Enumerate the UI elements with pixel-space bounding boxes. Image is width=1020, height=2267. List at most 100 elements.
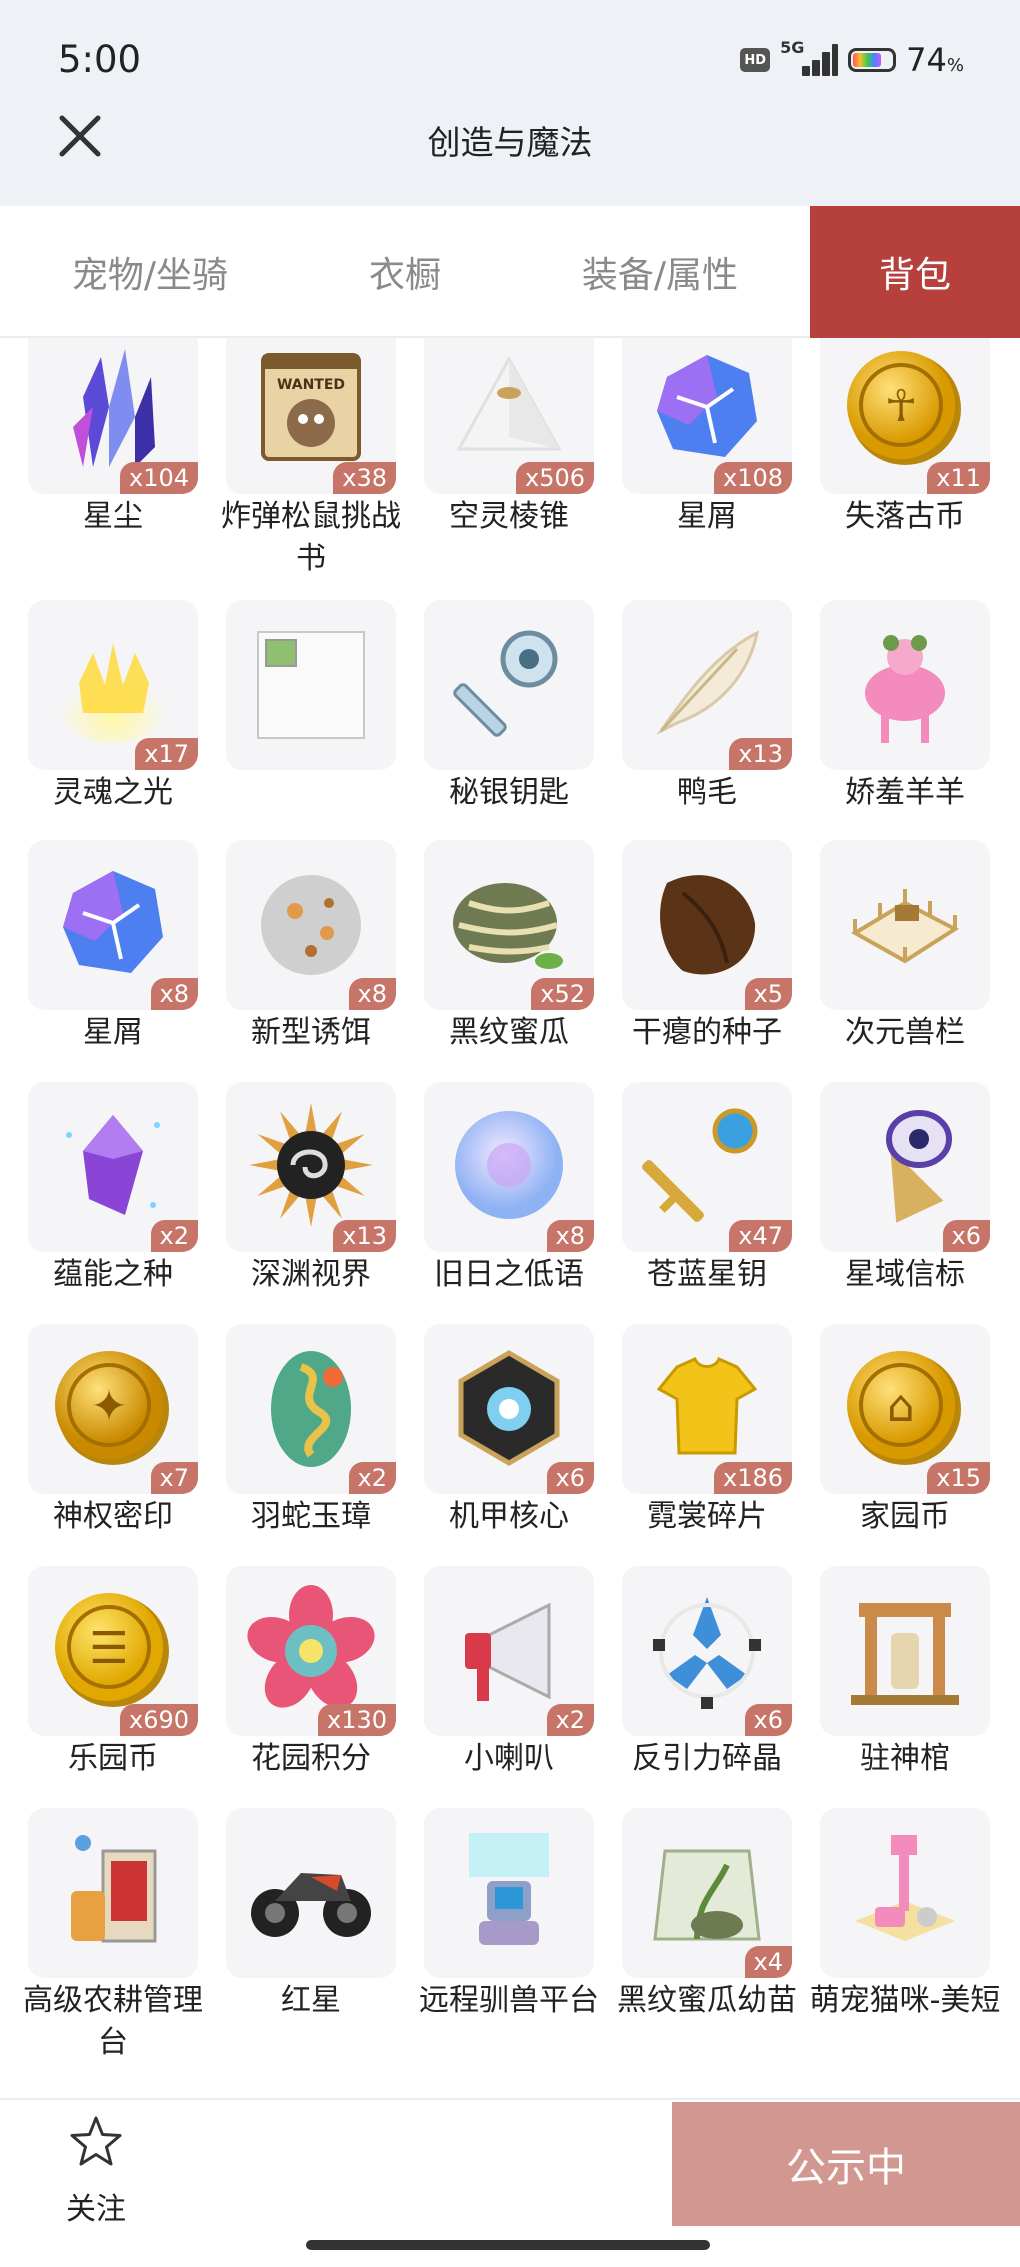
beacon-icon bbox=[835, 1095, 975, 1239]
item-card: x8 bbox=[424, 1082, 594, 1252]
inventory-item[interactable]: x47 苍蓝星钥 bbox=[594, 1082, 792, 1318]
category-tabs: 宠物/坐骑 衣橱 装备/属性 背包 bbox=[0, 206, 1020, 338]
item-card: WANTED x38 bbox=[226, 338, 396, 494]
tab-pets-mounts[interactable]: 宠物/坐骑 bbox=[40, 206, 260, 338]
tab-backpack[interactable]: 背包 bbox=[810, 206, 1020, 338]
svg-text:WANTED: WANTED bbox=[277, 377, 345, 393]
inventory-item[interactable]: x108 星屑 bbox=[594, 338, 792, 560]
inventory-item[interactable]: x4 黑纹蜜瓜幼苗 bbox=[594, 1808, 797, 2044]
svg-text:✦: ✦ bbox=[91, 1381, 128, 1432]
item-name: 黑纹蜜瓜 bbox=[449, 1015, 569, 1050]
soul-light-icon bbox=[43, 613, 183, 757]
abyss-eye-icon bbox=[241, 1095, 381, 1239]
inventory-item[interactable]: x8 旧日之低语 bbox=[396, 1082, 594, 1318]
quantity-badge: x2 bbox=[150, 1220, 198, 1252]
inventory-item[interactable]: x130 花园积分 bbox=[198, 1566, 396, 1802]
inventory-item[interactable]: ☰ x690 乐园币 bbox=[0, 1566, 198, 1802]
inventory-item[interactable]: 秘银钥匙 bbox=[396, 600, 594, 836]
item-name: 苍蓝星钥 bbox=[647, 1257, 767, 1292]
item-card: ☰ x690 bbox=[28, 1566, 198, 1736]
inventory-item[interactable]: x186 霓裳碎片 bbox=[594, 1324, 792, 1560]
inventory-item[interactable]: x5 干瘪的种子 bbox=[594, 840, 792, 1076]
inventory-item[interactable] bbox=[198, 600, 396, 836]
item-name: 娇羞羊羊 bbox=[845, 775, 965, 810]
item-card bbox=[820, 600, 990, 770]
inventory-item[interactable]: x13 鸭毛 bbox=[594, 600, 792, 836]
inventory-item[interactable]: x2 蕴能之种 bbox=[0, 1082, 198, 1318]
top-header: 5:00 HD 5G 74% 创造与魔法 bbox=[0, 0, 1020, 206]
inventory-item[interactable]: 次元兽栏 bbox=[792, 840, 990, 1076]
item-card: ⌂ x15 bbox=[820, 1324, 990, 1494]
inventory-item[interactable]: x6 星域信标 bbox=[792, 1082, 990, 1318]
quantity-badge: x47 bbox=[729, 1220, 792, 1252]
inventory-item[interactable]: x6 机甲核心 bbox=[396, 1324, 594, 1560]
follow-button[interactable]: 关注 bbox=[56, 2114, 136, 2227]
feather-icon bbox=[637, 613, 777, 757]
inventory-item[interactable]: x104 星尘 bbox=[0, 338, 198, 560]
item-name: 鸭毛 bbox=[677, 775, 737, 810]
hd-icon: HD bbox=[740, 48, 771, 72]
item-name: 失落古币 bbox=[845, 499, 965, 534]
item-name: 家园币 bbox=[860, 1499, 950, 1534]
quantity-badge: x52 bbox=[531, 978, 594, 1010]
item-name: 驻神棺 bbox=[860, 1741, 950, 1776]
item-card: x186 bbox=[622, 1324, 792, 1494]
item-card: ☥ x11 bbox=[820, 338, 990, 494]
inventory-item[interactable]: x8 新型诱饵 bbox=[198, 840, 396, 1076]
item-card bbox=[28, 1808, 198, 1978]
item-name: 反引力碎晶 bbox=[632, 1741, 782, 1776]
item-name: 小喇叭 bbox=[464, 1741, 554, 1776]
item-card: x2 bbox=[28, 1082, 198, 1252]
item-name: 花园积分 bbox=[251, 1741, 371, 1776]
item-card: x130 bbox=[226, 1566, 396, 1736]
quantity-badge: x17 bbox=[135, 738, 198, 770]
inventory-item[interactable]: x8 星屑 bbox=[0, 840, 198, 1076]
status-icons: HD 5G 74% bbox=[740, 38, 964, 82]
item-card: x8 bbox=[226, 840, 396, 1010]
home-indicator bbox=[306, 2240, 710, 2250]
tab-equipment-attributes[interactable]: 装备/属性 bbox=[550, 206, 770, 338]
item-name: 炸弹松鼠挑战书 bbox=[221, 499, 401, 576]
dried-seed-icon bbox=[637, 853, 777, 997]
inventory-item[interactable]: x506 空灵棱锥 bbox=[396, 338, 594, 560]
inventory-item[interactable]: x13 深渊视界 bbox=[198, 1082, 396, 1318]
inventory-item[interactable]: 红星 bbox=[198, 1808, 396, 2044]
tab-wardrobe[interactable]: 衣橱 bbox=[310, 206, 500, 338]
item-card bbox=[820, 1808, 990, 1978]
inventory-item[interactable]: 远程驯兽平台 bbox=[396, 1808, 599, 2044]
item-name: 神权密印 bbox=[53, 1499, 173, 1534]
star-shard-icon bbox=[637, 338, 777, 481]
inventory-item[interactable]: 娇羞羊羊 bbox=[792, 600, 990, 836]
follow-label: 关注 bbox=[66, 2192, 126, 2227]
quantity-badge: x13 bbox=[729, 738, 792, 770]
announcement-button[interactable]: 公示中 bbox=[672, 2102, 1020, 2226]
battery-icon bbox=[848, 48, 897, 72]
item-name: 深渊视界 bbox=[251, 1257, 371, 1292]
inventory-item[interactable]: 高级农耕管理台 bbox=[0, 1808, 203, 2060]
inventory-item[interactable]: ☥ x11 失落古币 bbox=[792, 338, 990, 560]
quantity-badge: x6 bbox=[942, 1220, 990, 1252]
item-name: 秘银钥匙 bbox=[449, 775, 569, 810]
inventory-item[interactable]: x2 小喇叭 bbox=[396, 1566, 594, 1802]
item-card: x2 bbox=[226, 1324, 396, 1494]
quantity-badge: x2 bbox=[348, 1462, 396, 1494]
item-name: 远程驯兽平台 bbox=[419, 1983, 599, 2018]
quantity-badge: x38 bbox=[333, 462, 396, 494]
item-name: 新型诱饵 bbox=[251, 1015, 371, 1050]
inventory-item[interactable]: WANTED x38 炸弹松鼠挑战书 bbox=[198, 338, 401, 576]
shrine-icon bbox=[835, 1579, 975, 1723]
inventory-item[interactable]: ⌂ x15 家园币 bbox=[792, 1324, 990, 1560]
inventory-item[interactable]: x6 反引力碎晶 bbox=[594, 1566, 792, 1802]
jade-serpent-icon bbox=[241, 1337, 381, 1481]
quantity-badge: x4 bbox=[744, 1946, 792, 1978]
crystal-cluster-icon bbox=[43, 338, 183, 481]
inventory-item[interactable]: 萌宠猫咪-美短 bbox=[792, 1808, 1000, 2044]
seed-bag-icon bbox=[637, 1821, 777, 1965]
inventory-item[interactable]: 驻神棺 bbox=[792, 1566, 990, 1802]
inventory-item[interactable]: x17 灵魂之光 bbox=[0, 600, 198, 836]
quantity-badge: x11 bbox=[927, 462, 990, 494]
inventory-item[interactable]: ✦ x7 神权密印 bbox=[0, 1324, 198, 1560]
inventory-item[interactable]: x2 羽蛇玉璋 bbox=[198, 1324, 396, 1560]
inventory-item[interactable]: x52 黑纹蜜瓜 bbox=[396, 840, 594, 1076]
fence-pen-icon bbox=[835, 853, 975, 997]
